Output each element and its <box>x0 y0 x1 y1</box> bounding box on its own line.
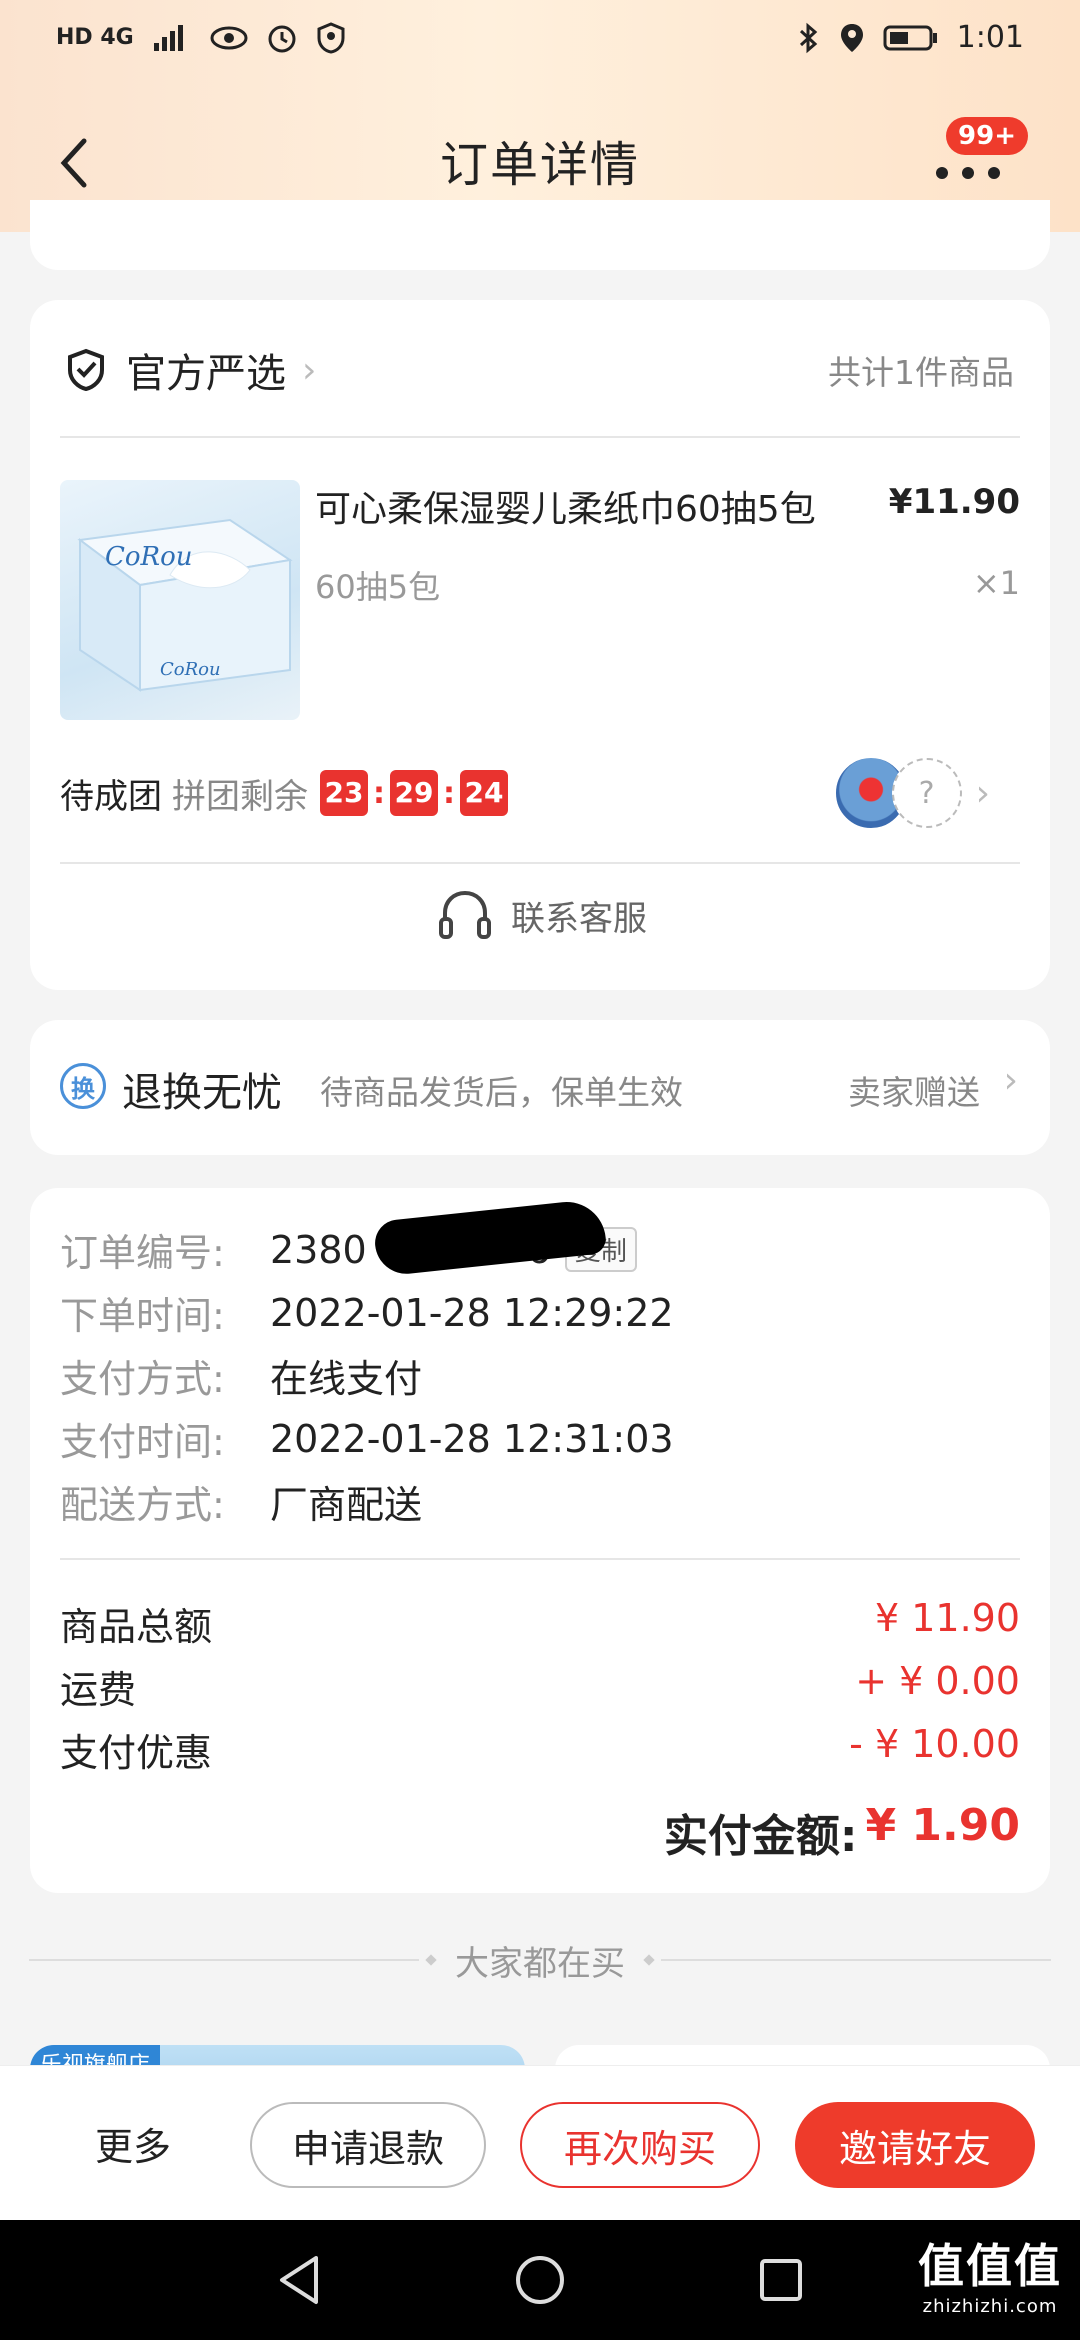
payment-method-value: 在线支付 <box>270 1357 423 1401</box>
back-triangle-icon[interactable] <box>274 2252 324 2308</box>
decorative-dot <box>425 1954 437 1966</box>
svg-text:CoRou: CoRou <box>160 659 221 680</box>
amount-value: - ¥ 10.00 <box>849 1722 1020 1766</box>
signal-icon <box>153 24 183 51</box>
divider <box>60 862 1020 864</box>
amount-value: + ¥ 0.00 <box>855 1659 1020 1703</box>
status-bar: HD 4G 1:01 <box>0 0 1080 75</box>
recommend-title: 大家都在买 <box>455 1943 625 1984</box>
guarantee-title: 退换无忧 <box>122 1070 282 1116</box>
shield-user-icon <box>317 21 345 54</box>
tissue-box-illustration: CoRou CoRou <box>77 518 293 692</box>
guarantee-gift: 卖家赠送 <box>848 1073 980 1112</box>
info-label: 支付方式: <box>60 1357 225 1401</box>
contact-service-button[interactable]: 联系客服 <box>30 870 1050 960</box>
alarm-icon <box>268 25 296 52</box>
product-price: ¥11.90 <box>888 482 1020 522</box>
empty-member-slot: ? <box>891 758 962 828</box>
amount-label: 运费 <box>60 1668 137 1712</box>
countdown-separator: : <box>373 775 385 811</box>
order-item-card: 官方严选 › 共计1件商品 CoRou CoRou 可心柔保湿婴儿柔纸巾60抽5… <box>30 300 1050 990</box>
paid-total-label: 实付金额: <box>663 1811 858 1862</box>
payment-time-value: 2022-01-28 12:31:03 <box>270 1416 674 1461</box>
divider <box>661 1959 1051 1961</box>
amount-label: 支付优惠 <box>60 1731 213 1775</box>
delivery-method-value: 厂商配送 <box>270 1483 423 1527</box>
paid-total-value: ¥ 1.90 <box>865 1800 1021 1851</box>
location-icon <box>840 23 863 52</box>
info-label: 支付时间: <box>60 1420 225 1464</box>
countdown-separator: : <box>443 775 455 811</box>
product-quantity: ×1 <box>972 564 1020 602</box>
decorative-dot <box>643 1954 655 1966</box>
recent-apps-icon[interactable] <box>756 2255 806 2305</box>
divider <box>29 1959 419 1961</box>
buy-again-button[interactable]: 再次购买 <box>520 2102 760 2188</box>
info-label: 订单编号: <box>60 1231 225 1275</box>
more-button[interactable]: 更多 <box>95 2116 171 2171</box>
network-indicator: HD 4G <box>56 25 134 50</box>
product-name[interactable]: 可心柔保湿婴儿柔纸巾60抽5包 <box>315 480 816 532</box>
watermark: 值值值 zhizhizhi.com <box>918 2230 1062 2317</box>
message-badge: 99+ <box>946 117 1028 155</box>
eye-icon <box>210 26 248 49</box>
countdown-seconds: 24 <box>460 770 508 816</box>
invite-friends-button[interactable]: 邀请好友 <box>795 2102 1035 2188</box>
product-image[interactable]: CoRou CoRou <box>60 480 300 720</box>
previous-card-edge <box>30 200 1050 270</box>
group-status: 待成团 <box>60 776 162 817</box>
watermark-url: zhizhizhi.com <box>922 2296 1058 2317</box>
shop-name: 官方严选 <box>126 351 286 397</box>
info-label: 配送方式: <box>60 1483 225 1527</box>
countdown-hours: 23 <box>320 770 368 816</box>
payment-discount-row: 支付优惠 - ¥ 10.00 <box>60 1722 1020 1777</box>
bottom-action-bar: 更多 申请退款 再次购买 邀请好友 <box>0 2065 1080 2221</box>
shield-check-icon <box>68 348 104 392</box>
chevron-right-icon: › <box>1003 1060 1018 1101</box>
back-icon[interactable] <box>50 133 100 193</box>
order-info-card: 订单编号: 2380 6 复制 下单时间: 2022-01-28 12:29:2… <box>30 1188 1050 1893</box>
order-number-value: 2380 <box>270 1227 367 1272</box>
bluetooth-icon <box>799 22 817 53</box>
recommend-header: 大家都在买 <box>0 1935 1080 1985</box>
info-label: 下单时间: <box>60 1294 225 1338</box>
headset-icon <box>439 890 491 939</box>
shop-header[interactable]: 官方严选 › 共计1件商品 <box>66 340 1014 400</box>
paid-total-row: 实付金额: ¥ 1.90 <box>664 1800 1020 1864</box>
amount-value: ¥ 11.90 <box>874 1596 1020 1640</box>
item-count: 共计1件商品 <box>828 353 1014 392</box>
goods-total-row: 商品总额 ¥ 11.90 <box>60 1596 1020 1651</box>
return-guarantee-card[interactable]: 换 退换无忧 待商品发货后，保单生效 卖家赠送 › <box>30 1020 1050 1155</box>
home-circle-icon[interactable] <box>512 2252 568 2308</box>
clock-time: 1:01 <box>956 20 1024 55</box>
amount-label: 商品总额 <box>60 1605 213 1649</box>
guarantee-desc: 待商品发货后，保单生效 <box>320 1073 683 1112</box>
page-title: 订单详情 <box>439 137 640 193</box>
delivery-method-row: 配送方式: 厂商配送 <box>60 1474 422 1529</box>
order-time-row: 下单时间: 2022-01-28 12:29:22 <box>60 1285 674 1340</box>
payment-time-row: 支付时间: 2022-01-28 12:31:03 <box>60 1411 674 1466</box>
group-buy-row: 待成团 拼团剩余 23 : 29 : 24 ? › <box>60 756 1020 830</box>
chevron-right-icon: › <box>975 772 990 814</box>
exchange-icon: 换 <box>60 1063 106 1109</box>
order-time-value: 2022-01-28 12:29:22 <box>270 1290 674 1335</box>
group-remain-label: 拼团剩余 <box>172 776 308 817</box>
product-spec: 60抽5包 <box>315 568 441 606</box>
divider <box>60 1558 1020 1560</box>
brand-logo-text: CoRou <box>105 542 193 572</box>
divider <box>60 436 1020 438</box>
payment-method-row: 支付方式: 在线支付 <box>60 1348 422 1403</box>
battery-icon <box>883 25 937 50</box>
apply-refund-button[interactable]: 申请退款 <box>250 2102 486 2188</box>
chevron-right-icon: › <box>302 349 317 391</box>
watermark-logo: 值值值 <box>918 2239 1062 2293</box>
contact-service-label: 联系客服 <box>511 898 647 939</box>
countdown-minutes: 29 <box>390 770 438 816</box>
group-members[interactable]: ? › <box>833 756 990 830</box>
shipping-fee-row: 运费 + ¥ 0.00 <box>60 1659 1020 1714</box>
